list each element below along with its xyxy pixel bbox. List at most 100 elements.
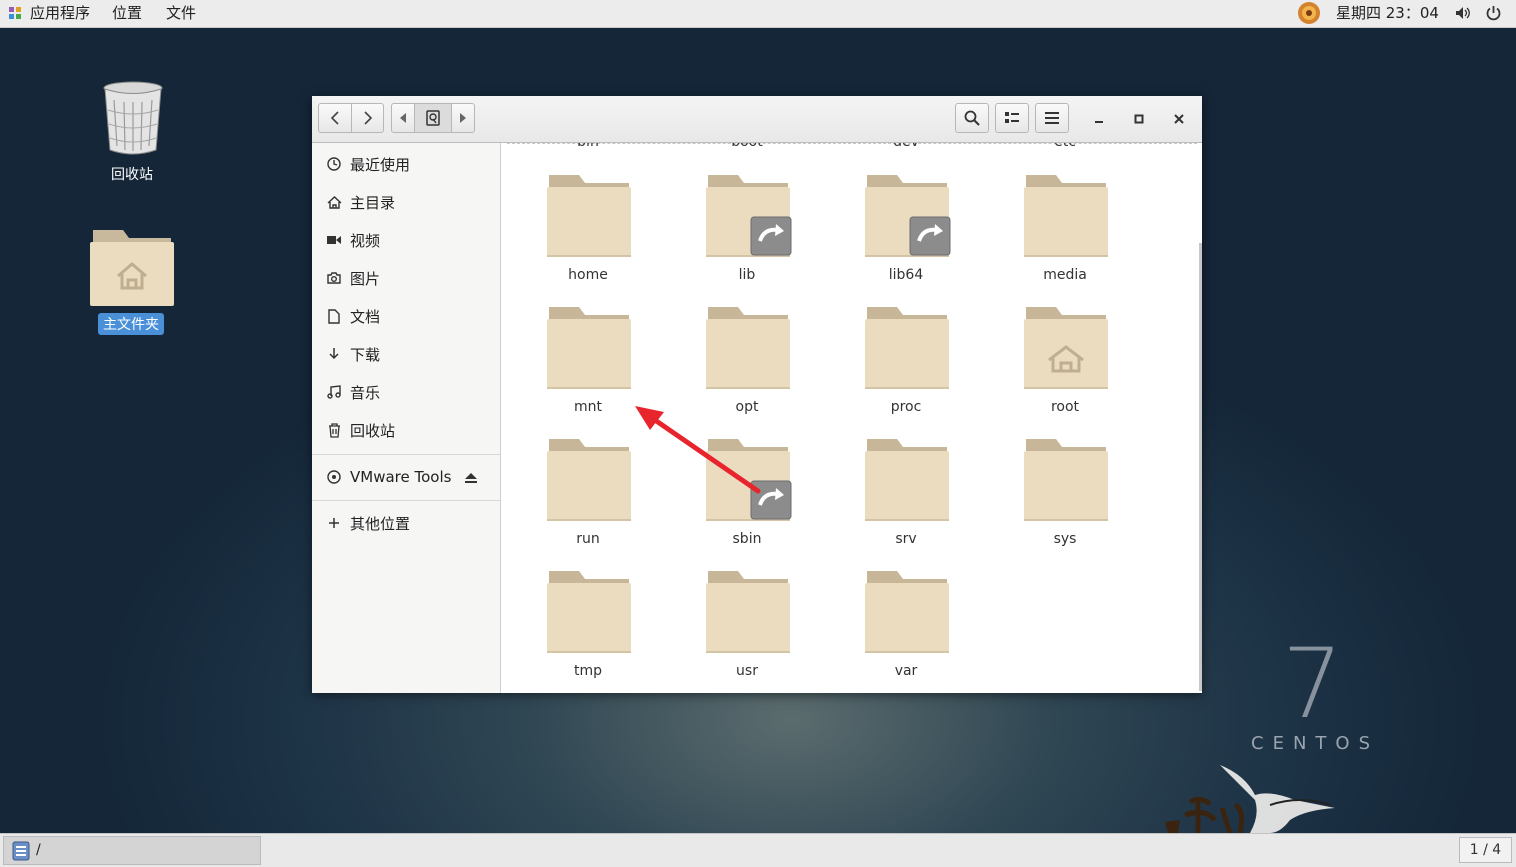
notification-app-icon[interactable] <box>1297 1 1321 25</box>
path-root-button[interactable] <box>415 104 451 132</box>
file-label-cut[interactable]: boot <box>707 143 787 150</box>
top-panel: 应用程序 位置 文件 星期四 23：04 <box>0 0 1516 28</box>
sidebar-item-documents[interactable]: 文档 <box>312 298 500 334</box>
file-item-lib[interactable]: lib <box>687 173 807 293</box>
sidebar-item-videos[interactable]: 视频 <box>312 222 500 258</box>
menu-button[interactable] <box>1035 103 1069 133</box>
volume-icon[interactable] <box>1455 6 1471 20</box>
header-bar <box>312 96 1202 143</box>
folder-icon <box>547 307 631 389</box>
clock[interactable]: 星期四 23：04 <box>1336 0 1439 26</box>
sidebar-item-vmware-tools[interactable]: VMware Tools <box>312 459 500 495</box>
file-item-proc[interactable]: proc <box>846 305 966 425</box>
sidebar-item-other-locations[interactable]: 其他位置 <box>312 505 500 541</box>
desktop-trash-label[interactable]: 回收站 <box>106 164 158 184</box>
sidebar-item-recent[interactable]: 最近使用 <box>312 146 500 182</box>
path-right-button[interactable] <box>452 104 474 132</box>
maximize-icon <box>1134 114 1144 124</box>
file-grid: bin boot dev etc homeliblib64mediamntopt… <box>501 143 1202 693</box>
path-left-button[interactable] <box>392 104 414 132</box>
annotation-arrow <box>635 406 761 494</box>
file-label: lib64 <box>888 267 924 283</box>
file-label-cut[interactable]: dev <box>866 143 946 150</box>
sidebar-item-label: 下载 <box>350 345 381 364</box>
file-item-var[interactable]: var <box>846 569 966 689</box>
sidebar-item-label: VMware Tools <box>350 468 452 486</box>
crane-watermark-icon <box>1165 765 1335 833</box>
taskbar-window-button[interactable]: / <box>3 836 261 865</box>
view-mode-button[interactable] <box>995 103 1029 133</box>
disc-icon <box>326 469 342 485</box>
menu-applications[interactable]: 应用程序 <box>30 0 90 27</box>
home-folder-icon <box>1024 307 1108 389</box>
file-label: srv <box>895 531 917 547</box>
sidebar-item-label: 其他位置 <box>350 514 411 533</box>
file-item-lib64[interactable]: lib64 <box>846 173 966 293</box>
camera-icon <box>326 270 342 286</box>
file-item-srv[interactable]: srv <box>846 437 966 557</box>
folder-icon <box>706 307 790 389</box>
file-label-cut[interactable]: bin <box>548 143 628 150</box>
minimize-button[interactable] <box>1086 106 1112 132</box>
sidebar-divider <box>312 500 500 501</box>
menu-places[interactable]: 位置 <box>112 0 142 27</box>
taskbar-window-title: / <box>36 842 41 858</box>
document-icon <box>326 308 342 324</box>
eject-icon[interactable] <box>464 470 478 488</box>
workspace-switcher[interactable]: 1 / 4 <box>1459 837 1512 863</box>
file-label-cut[interactable]: etc <box>1025 143 1105 150</box>
file-manager-window: 最近使用 主目录 视频 图片 文档 下载 音乐 回收站 VMware Tools… <box>312 96 1202 693</box>
file-item-root[interactable]: root <box>1005 305 1125 425</box>
sidebar-item-label: 主目录 <box>350 193 396 212</box>
desktop-home-folder-label[interactable]: 主文件夹 <box>98 313 164 335</box>
sidebar-item-trash[interactable]: 回收站 <box>312 412 500 448</box>
folder-icon <box>865 571 949 653</box>
sidebar-item-music[interactable]: 音乐 <box>312 374 500 410</box>
file-label: proc <box>890 399 922 415</box>
back-button[interactable] <box>319 104 351 132</box>
sidebar-item-label: 文档 <box>350 307 381 326</box>
file-item-tmp[interactable]: tmp <box>528 569 648 689</box>
minimize-icon <box>1095 121 1103 123</box>
trash-icon <box>326 422 342 438</box>
file-item-sys[interactable]: sys <box>1005 437 1125 557</box>
file-label: sbin <box>732 531 762 547</box>
forward-icon <box>364 111 373 125</box>
forward-button[interactable] <box>352 104 384 132</box>
sidebar-item-downloads[interactable]: 下载 <box>312 336 500 372</box>
file-label: var <box>894 663 918 679</box>
file-label: home <box>568 267 608 283</box>
drive-icon <box>426 110 440 126</box>
close-button[interactable] <box>1166 106 1192 132</box>
sidebar-item-pictures[interactable]: 图片 <box>312 260 500 296</box>
file-label: usr <box>736 663 758 679</box>
desktop-trash-icon[interactable] <box>100 80 166 156</box>
folder-icon <box>1024 175 1108 257</box>
file-label: run <box>576 531 600 547</box>
scrollbar[interactable] <box>1199 243 1202 691</box>
triangle-right-icon <box>460 113 466 123</box>
path-bar <box>391 103 475 133</box>
applications-icon[interactable] <box>8 6 22 20</box>
desktop-home-folder-icon[interactable] <box>90 226 174 306</box>
music-icon <box>326 384 342 400</box>
sidebar: 最近使用 主目录 视频 图片 文档 下载 音乐 回收站 VMware Tools… <box>312 143 501 693</box>
sidebar-item-label: 音乐 <box>350 383 381 402</box>
folder-icon <box>865 307 949 389</box>
file-label: sys <box>1053 531 1077 547</box>
menu-files[interactable]: 文件 <box>166 0 196 27</box>
maximize-button[interactable] <box>1126 106 1152 132</box>
sidebar-divider <box>312 454 500 455</box>
search-button[interactable] <box>955 103 989 133</box>
back-icon <box>330 111 339 125</box>
file-item-media[interactable]: media <box>1005 173 1125 293</box>
bottom-panel: / 1 / 4 <box>0 833 1516 867</box>
file-item-usr[interactable]: usr <box>687 569 807 689</box>
power-icon[interactable] <box>1486 5 1501 21</box>
sidebar-item-home[interactable]: 主目录 <box>312 184 500 220</box>
home-icon <box>326 194 342 210</box>
file-item-home[interactable]: home <box>528 173 648 293</box>
sidebar-item-label: 图片 <box>350 269 381 288</box>
sidebar-item-label: 回收站 <box>350 421 396 440</box>
sidebar-item-label: 视频 <box>350 231 381 250</box>
